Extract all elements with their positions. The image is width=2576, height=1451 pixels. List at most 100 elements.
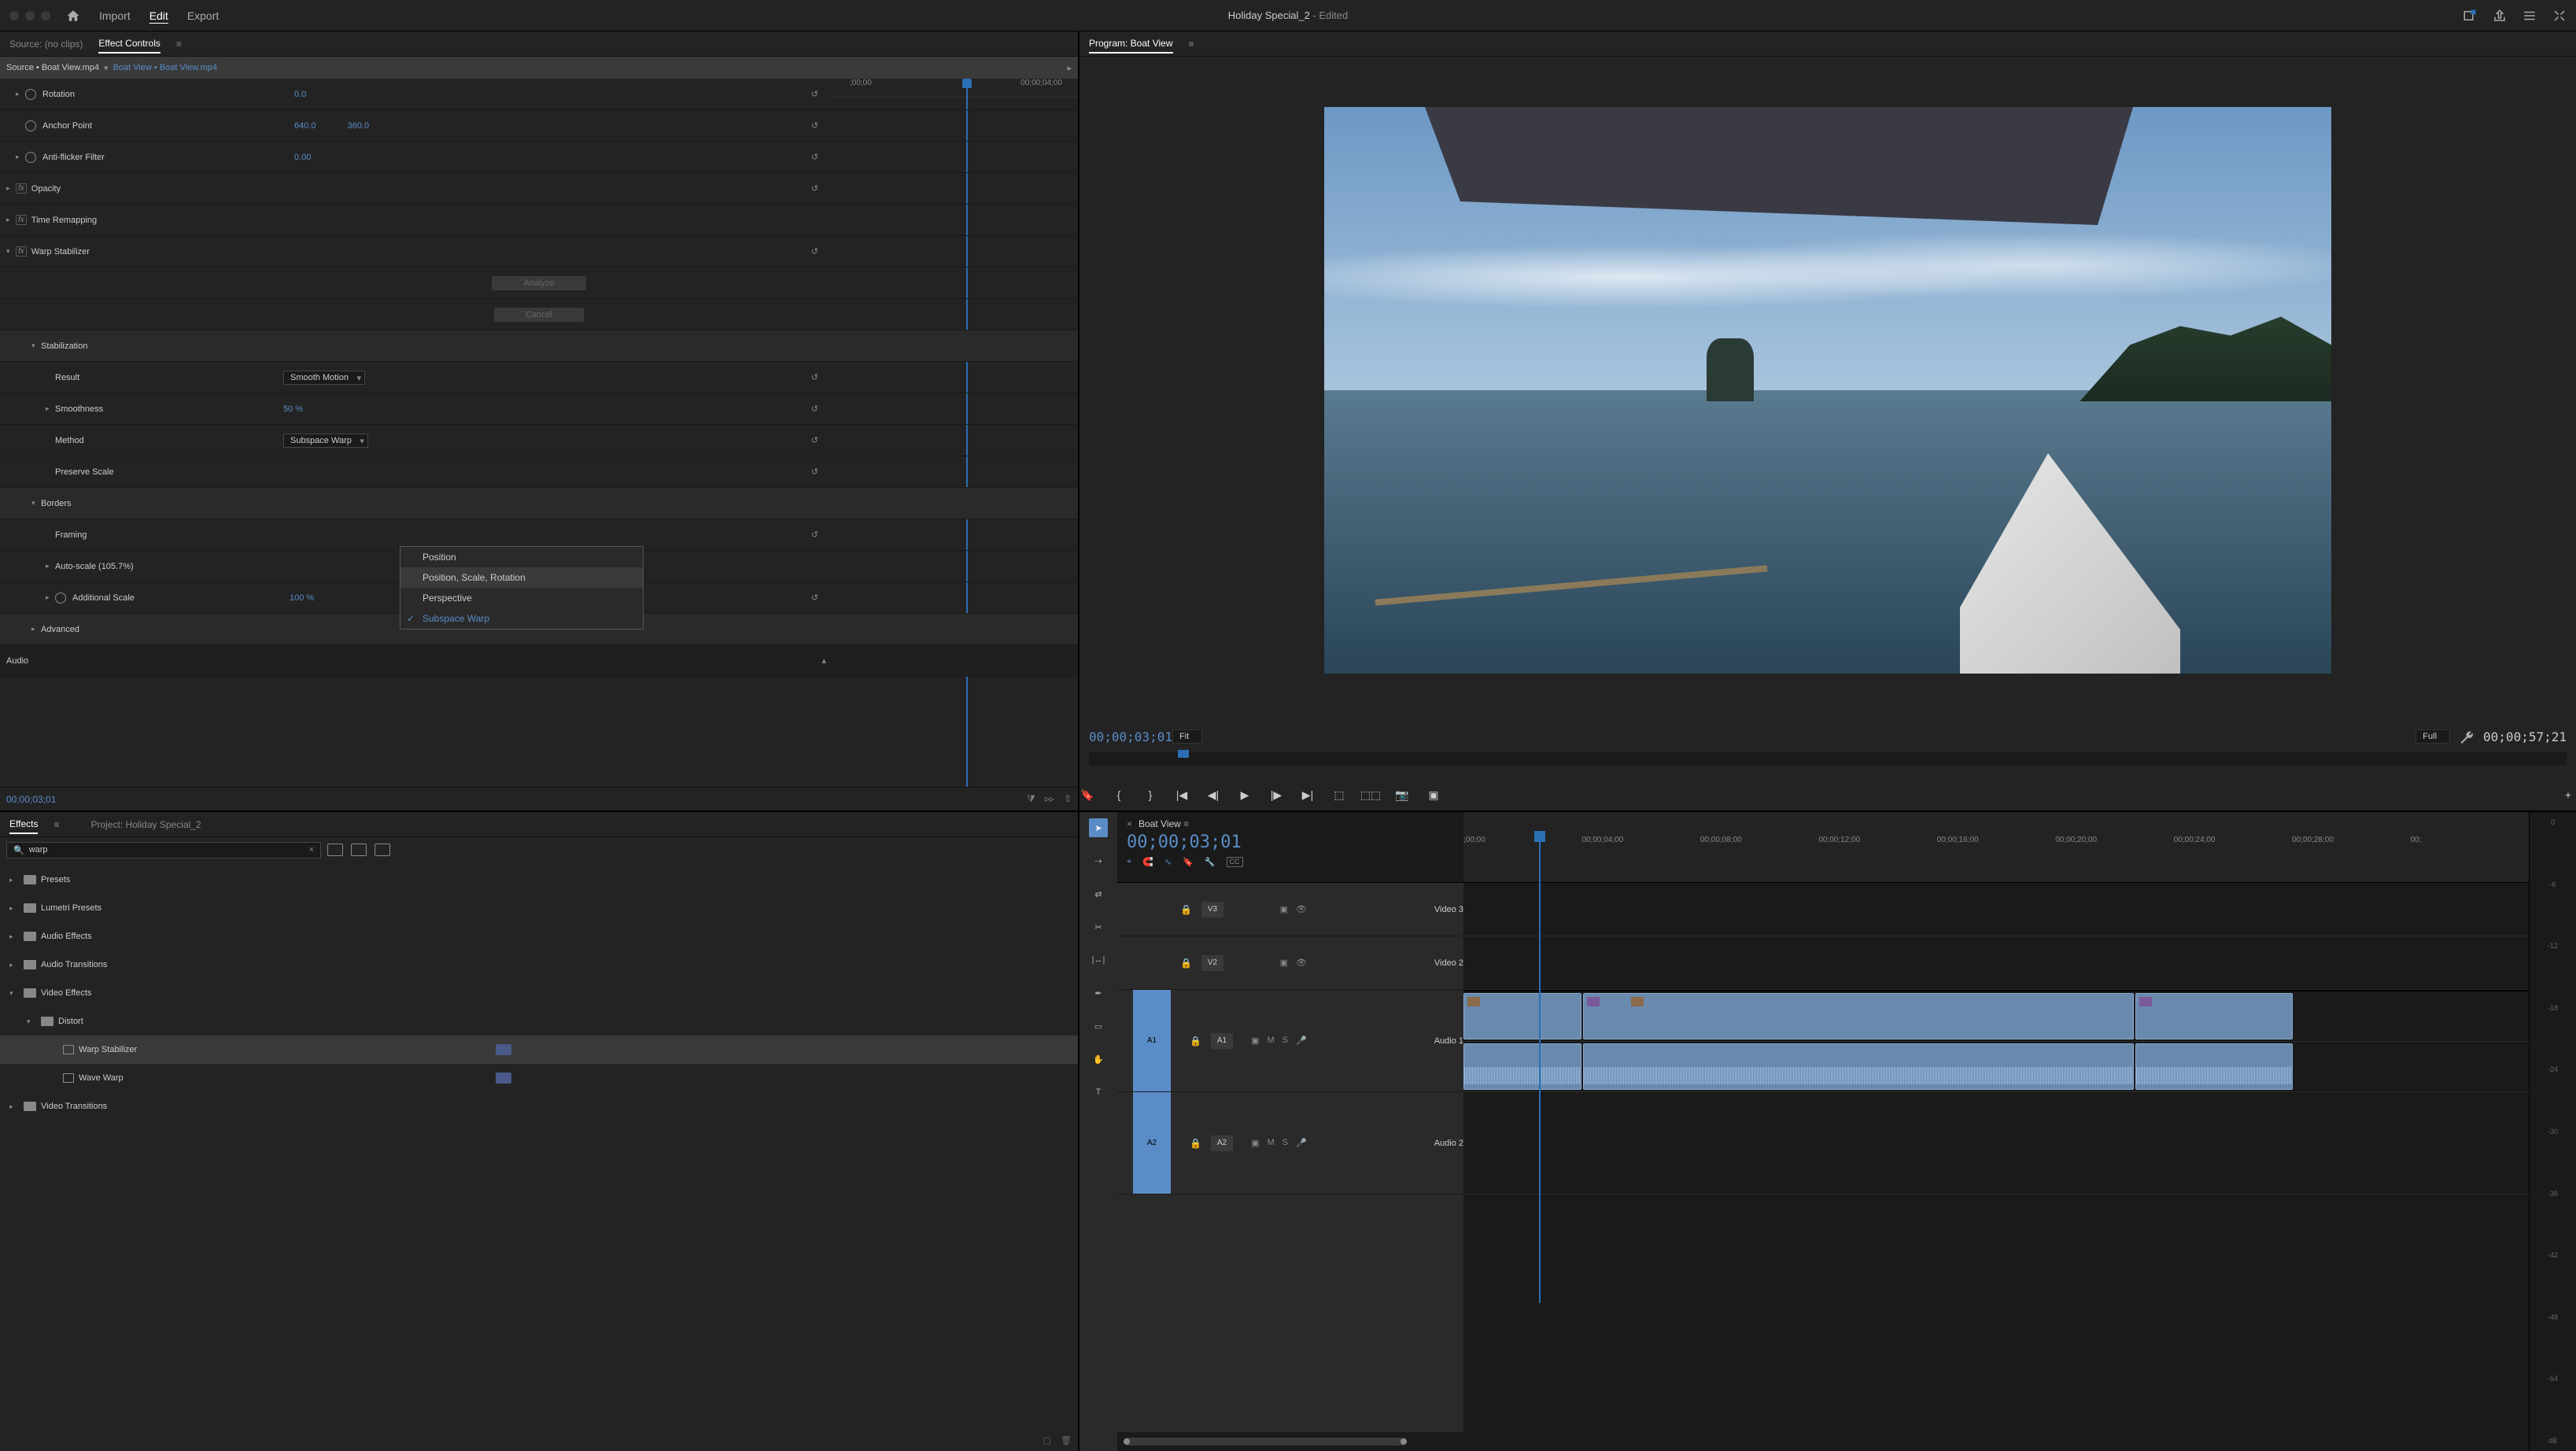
play-only-icon[interactable]: ▹▹ — [1045, 793, 1054, 805]
clip-play-icon[interactable]: ▸ — [1067, 63, 1072, 73]
button-editor-icon[interactable]: + — [2560, 787, 2576, 803]
voiceover-icon[interactable]: 🎤 — [1296, 1036, 1307, 1046]
minimize-window[interactable] — [25, 11, 35, 20]
panel-menu-icon[interactable]: ≡ — [54, 819, 59, 830]
audio-meters[interactable]: 0-6-12 -18-24-30 -36-42-48 -54dB — [2529, 812, 2576, 1451]
reset-icon[interactable]: ↺ — [811, 435, 818, 445]
a1-audio-lane[interactable] — [1463, 1042, 2529, 1092]
a1-header[interactable]: A1 🔒 A1 ▣MS🎤 Audio 1 — [1117, 990, 1463, 1092]
fx-badge-3-icon[interactable] — [375, 844, 390, 856]
mute-button[interactable]: M — [1267, 1036, 1274, 1046]
eye-icon[interactable]: 👁 — [1296, 958, 1307, 968]
preserve-scale-row[interactable]: Preserve Scale ↺ — [0, 456, 1078, 488]
reset-icon[interactable]: ↺ — [811, 372, 818, 382]
reset-icon[interactable]: ↺ — [811, 120, 818, 131]
home-icon[interactable] — [66, 9, 80, 23]
track-content-area[interactable] — [1463, 883, 2529, 1432]
filter-icon[interactable]: ⧩ — [1027, 793, 1035, 805]
v2-lane[interactable] — [1463, 936, 2529, 990]
mute-button[interactable]: M — [1267, 1138, 1274, 1148]
clip-b[interactable] — [1583, 993, 2134, 1039]
hand-tool[interactable]: ✋ — [1089, 1050, 1108, 1069]
go-to-in-button[interactable]: |◀ — [1174, 787, 1190, 803]
track-select-tool[interactable]: ⇢ — [1089, 851, 1108, 870]
ripple-edit-tool[interactable]: ⇄ — [1089, 884, 1108, 903]
toggle-output-icon[interactable]: ▣ — [1280, 958, 1288, 968]
fullscreen-icon[interactable] — [2552, 9, 2567, 23]
add-marker-button[interactable]: 🔖 — [1079, 787, 1095, 803]
program-playhead[interactable] — [1178, 750, 1189, 758]
razor-tool[interactable]: ✂ — [1089, 917, 1108, 936]
presets-folder[interactable]: ▸Presets — [0, 866, 1078, 894]
marker-icon[interactable]: 🔖 — [1183, 857, 1194, 867]
audio-clip-c[interactable] — [2135, 1043, 2293, 1090]
reset-icon[interactable]: ↺ — [811, 467, 818, 477]
clip-dropdown-icon[interactable]: ▾ — [104, 63, 109, 73]
audio-section[interactable]: Audio ▴ — [0, 645, 1078, 677]
time-remapping-row[interactable]: ▸fx Time Remapping — [0, 205, 1078, 236]
clip-path-label[interactable]: Boat View • Boat View.mp4 — [113, 63, 217, 72]
panel-menu-icon[interactable]: ≡ — [1189, 39, 1194, 50]
reset-icon[interactable]: ↺ — [811, 404, 818, 414]
stopwatch-icon[interactable] — [25, 120, 36, 131]
collapse-icon[interactable]: ▴ — [821, 655, 826, 666]
comparison-button[interactable]: ▣ — [1426, 787, 1441, 803]
cancel-button[interactable]: Cancel — [494, 308, 584, 322]
step-back-button[interactable]: ◀| — [1205, 787, 1221, 803]
method-option-subspace[interactable]: Subspace Warp — [400, 608, 643, 629]
zoom-fit-dropdown[interactable]: Fit — [1172, 729, 1202, 744]
import-tab[interactable]: Import — [99, 9, 131, 22]
opacity-row[interactable]: ▸fx Opacity ↺ — [0, 173, 1078, 205]
effects-search-box[interactable]: 🔍 × — [6, 842, 321, 858]
video-transitions-folder[interactable]: ▸Video Transitions — [0, 1092, 1078, 1121]
timeline-tc[interactable]: 00;00;03;01 — [1127, 833, 1454, 852]
clip-a[interactable] — [1463, 993, 1581, 1039]
audio-clip-b[interactable] — [1583, 1043, 2134, 1090]
close-window[interactable] — [9, 11, 19, 20]
solo-button[interactable]: S — [1282, 1138, 1288, 1148]
eye-icon[interactable]: 👁 — [1296, 904, 1307, 914]
export-tab[interactable]: Export — [187, 9, 219, 22]
reset-icon[interactable]: ↺ — [811, 89, 818, 99]
antiflicker-row[interactable]: ▸ Anti-flicker Filter 0.00 ↺ — [0, 142, 1078, 173]
cc-icon[interactable]: CC — [1227, 857, 1243, 867]
reset-icon[interactable]: ↺ — [811, 246, 818, 257]
snap-icon[interactable]: ⌖ — [1127, 857, 1131, 867]
extract-button[interactable]: ⬚⬚ — [1363, 787, 1378, 803]
borders-section[interactable]: ▾ Borders — [0, 488, 1078, 519]
program-scrubber[interactable] — [1089, 752, 2567, 765]
lift-button[interactable]: ⬚ — [1331, 787, 1347, 803]
program-tab[interactable]: Program: Boat View — [1089, 35, 1173, 54]
wrench-icon[interactable] — [2460, 729, 2474, 744]
reset-icon[interactable]: ↺ — [811, 593, 818, 603]
resolution-dropdown[interactable]: Full — [2415, 729, 2450, 744]
mark-out-button[interactable]: } — [1142, 787, 1158, 803]
export-frame-button[interactable]: 📷 — [1394, 787, 1410, 803]
maximize-window[interactable] — [41, 11, 50, 20]
timeline-ruler[interactable]: ;00;0000;00;04;0000;00;08;00 00;00;12;00… — [1463, 812, 2529, 882]
pen-tool[interactable]: ✒ — [1089, 984, 1108, 1002]
result-row[interactable]: Result Smooth Motion ↺ — [0, 362, 1078, 393]
audio-effects-folder[interactable]: ▸Audio Effects — [0, 922, 1078, 951]
lock-icon[interactable]: 🔒 — [1190, 1036, 1201, 1047]
stabilization-section[interactable]: ▾ Stabilization — [0, 330, 1078, 362]
workspace-icon[interactable] — [2522, 9, 2537, 23]
wave-warp-effect[interactable]: Wave Warp — [0, 1064, 1078, 1092]
distort-folder[interactable]: ▾Distort — [0, 1007, 1078, 1036]
selection-tool[interactable]: ➤ — [1089, 818, 1108, 837]
lumetri-presets-folder[interactable]: ▸Lumetri Presets — [0, 894, 1078, 922]
method-row[interactable]: Method Subspace Warp ↺ — [0, 425, 1078, 456]
linked-selection-icon[interactable]: ∿ — [1164, 857, 1172, 867]
a2-lane[interactable] — [1463, 1092, 2529, 1194]
audio-transitions-folder[interactable]: ▸Audio Transitions — [0, 951, 1078, 979]
project-tab[interactable]: Project: Holiday Special_2 — [90, 816, 201, 833]
voiceover-icon[interactable]: 🎤 — [1296, 1138, 1307, 1148]
audio-clip-a[interactable] — [1463, 1043, 1581, 1090]
video-effects-folder[interactable]: ▾Video Effects — [0, 979, 1078, 1007]
settings-icon[interactable]: 🔧 — [1205, 857, 1216, 867]
program-current-tc[interactable]: 00;00;03;01 — [1089, 729, 1172, 744]
v3-lane[interactable] — [1463, 883, 2529, 936]
toggle-output-icon[interactable]: ▣ — [1251, 1138, 1259, 1148]
export-icon[interactable]: ⇧ — [1064, 793, 1072, 805]
clip-c[interactable] — [2135, 993, 2293, 1039]
